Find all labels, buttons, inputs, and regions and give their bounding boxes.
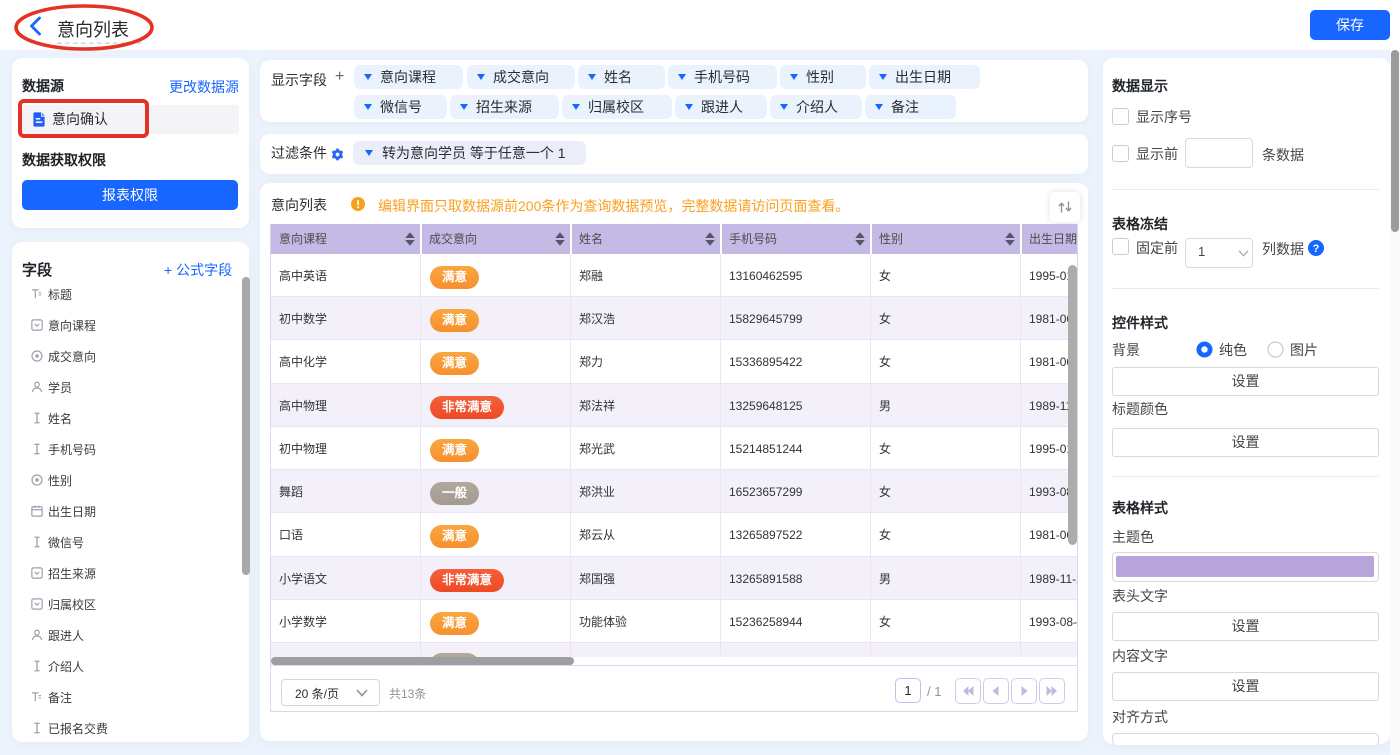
svg-text:?: ? (1313, 243, 1320, 255)
